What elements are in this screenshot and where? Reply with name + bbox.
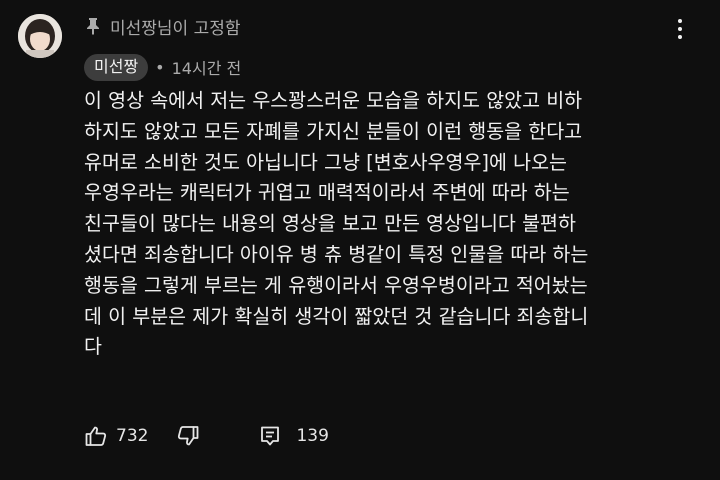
comment-line: 우영우라는 캐릭터가 귀엽고 매력적이라서 주변에 따라 하는	[84, 181, 570, 205]
author-row: 미선짱 • 14시간 전	[84, 52, 241, 82]
comment-line: 유머로 소비한 것도 아닙니다 그냥 [변호사우영우]에 나오는	[84, 150, 567, 174]
comment-actions: 732 139	[84, 420, 329, 452]
dislike-button[interactable]	[176, 424, 200, 448]
comment-line: 데 이 부분은 제가 확실히 생각이 짧았던 것 같습니다 죄송합니	[84, 304, 589, 328]
comment-line: 셨다면 죄송합니다 아이유 병 츄 병같이 특정 인물을 따라 하는	[84, 242, 589, 266]
avatar-image	[18, 14, 62, 58]
comment-line: 행동을 그렇게 부르는 게 유행이라서 우영우병이라고 적어놨는	[84, 273, 588, 297]
comment-line: 친구들이 많다는 내용의 영상을 보고 만든 영상입니다 불편하	[84, 212, 576, 236]
pinned-indicator: 미선짱님이 고정함	[86, 12, 241, 40]
comment-line: 이 영상 속에서 저는 우스꽝스러운 모습을 하지도 않았고 비하	[84, 89, 583, 112]
separator-dot: •	[155, 57, 165, 77]
like-button[interactable]: 732	[84, 424, 148, 448]
avatar[interactable]	[18, 14, 62, 58]
comment-line: 다	[84, 335, 102, 359]
like-count: 732	[116, 426, 149, 446]
pin-icon	[86, 17, 100, 35]
comment-timestamp[interactable]: 14시간 전	[172, 55, 242, 79]
comment-line: 하지도 않았고 모든 자폐를 가지신 분들이 이런 행동을 한다고	[84, 119, 583, 143]
pinned-comment: 미선짱님이 고정함 미선짱 • 14시간 전 이 영상 속에서 저는 우스꽝스러…	[0, 0, 720, 480]
thumbs-down-icon	[176, 424, 200, 448]
thumbs-up-icon	[84, 424, 108, 448]
author-name-badge[interactable]: 미선짱	[84, 53, 149, 81]
reply-comment-icon	[258, 424, 282, 448]
reply-count: 139	[296, 426, 329, 446]
reply-button[interactable]: 139	[258, 424, 329, 448]
pinned-label: 미선짱님이 고정함	[110, 18, 241, 39]
more-vertical-icon[interactable]	[670, 14, 690, 44]
comment-body: 이 영상 속에서 저는 우스꽝스러운 모습을 하지도 않았고 비하 하지도 않았…	[84, 86, 696, 363]
